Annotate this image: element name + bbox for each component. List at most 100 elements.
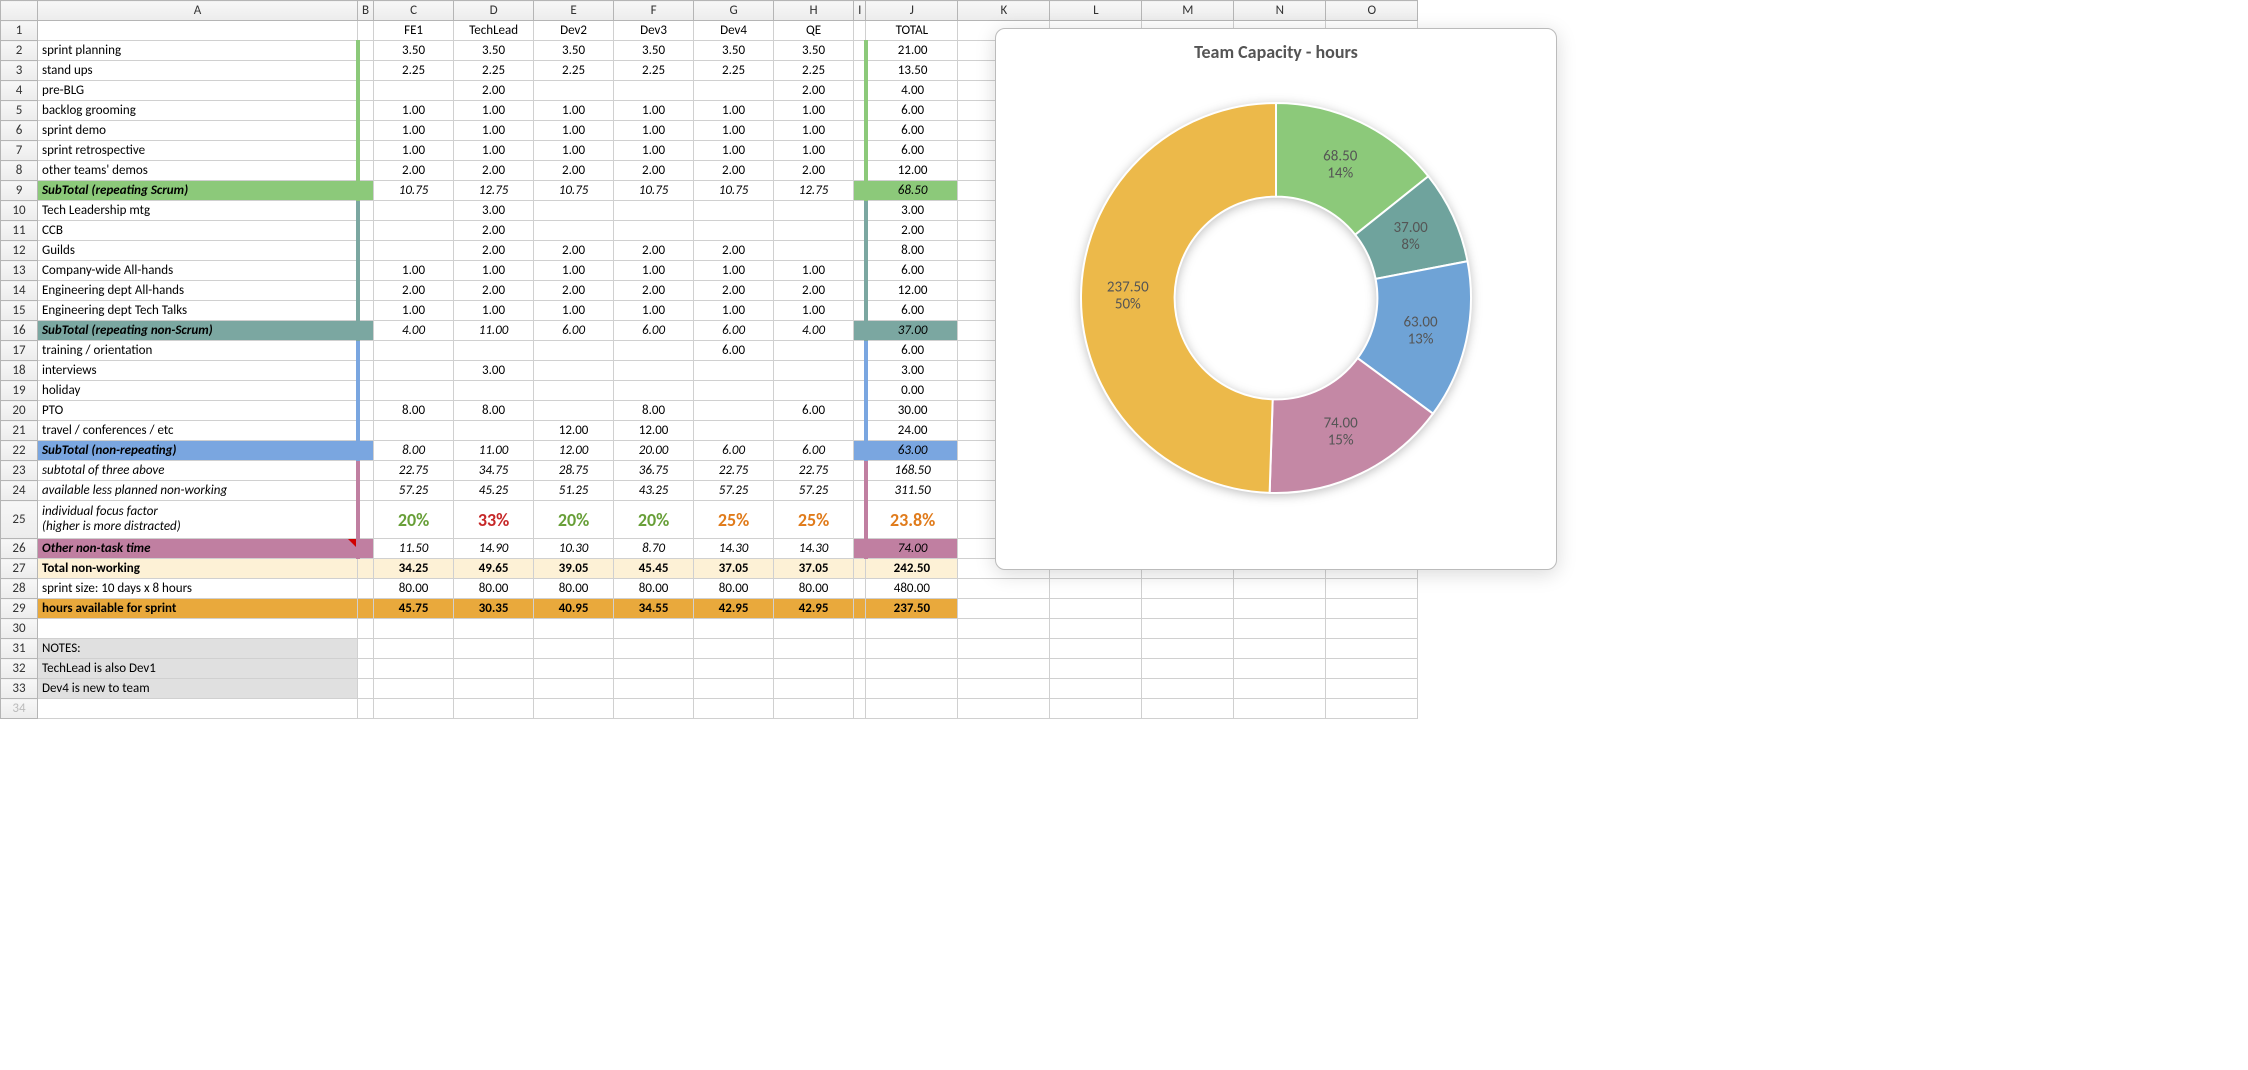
column-header-L[interactable]: L: [1050, 1, 1142, 21]
cell-O31[interactable]: [1326, 639, 1418, 659]
cell-E30[interactable]: [534, 619, 614, 639]
cell-H9[interactable]: 12.75: [774, 181, 854, 201]
cell-H12[interactable]: [774, 241, 854, 261]
cell-O29[interactable]: [1326, 599, 1418, 619]
cell-H32[interactable]: [774, 659, 854, 679]
cell-F31[interactable]: [614, 639, 694, 659]
cell-O32[interactable]: [1326, 659, 1418, 679]
cell-H18[interactable]: [774, 361, 854, 381]
cell-M28[interactable]: [1142, 579, 1234, 599]
cell-C34[interactable]: [374, 699, 454, 719]
cell-B23[interactable]: [358, 461, 374, 481]
cell-C25[interactable]: 20%: [374, 501, 454, 539]
cell-C31[interactable]: [374, 639, 454, 659]
cell-G15[interactable]: 1.00: [694, 301, 774, 321]
cell-G32[interactable]: [694, 659, 774, 679]
cell-D8[interactable]: 2.00: [454, 161, 534, 181]
row-header-12[interactable]: 12: [1, 241, 38, 261]
cell-N33[interactable]: [1234, 679, 1326, 699]
cell-C17[interactable]: [374, 341, 454, 361]
cell-I4[interactable]: [854, 81, 866, 101]
cell-N30[interactable]: [1234, 619, 1326, 639]
cell-B15[interactable]: [358, 301, 374, 321]
cell-J32[interactable]: [866, 659, 958, 679]
cell-J4[interactable]: 4.00: [866, 81, 958, 101]
cell-F32[interactable]: [614, 659, 694, 679]
cell-G26[interactable]: 14.30: [694, 539, 774, 559]
cell-C14[interactable]: 2.00: [374, 281, 454, 301]
row-header-28[interactable]: 28: [1, 579, 38, 599]
cell-H1[interactable]: QE: [774, 21, 854, 41]
cell-F27[interactable]: 45.45: [614, 559, 694, 579]
cell-F22[interactable]: 20.00: [614, 441, 694, 461]
cell-E18[interactable]: [534, 361, 614, 381]
cell-J34[interactable]: [866, 699, 958, 719]
cell-H5[interactable]: 1.00: [774, 101, 854, 121]
cell-J19[interactable]: 0.00: [866, 381, 958, 401]
cell-J22[interactable]: 63.00: [866, 441, 958, 461]
cell-I19[interactable]: [854, 381, 866, 401]
cell-J33[interactable]: [866, 679, 958, 699]
cell-I8[interactable]: [854, 161, 866, 181]
cell-H11[interactable]: [774, 221, 854, 241]
cell-B31[interactable]: [358, 639, 374, 659]
cell-E17[interactable]: [534, 341, 614, 361]
cell-C30[interactable]: [374, 619, 454, 639]
cell-D10[interactable]: 3.00: [454, 201, 534, 221]
row-header-8[interactable]: 8: [1, 161, 38, 181]
cell-A18[interactable]: interviews: [38, 361, 358, 381]
cell-D4[interactable]: 2.00: [454, 81, 534, 101]
cell-M32[interactable]: [1142, 659, 1234, 679]
cell-B4[interactable]: [358, 81, 374, 101]
cell-D34[interactable]: [454, 699, 534, 719]
cell-A17[interactable]: training / orientation: [38, 341, 358, 361]
cell-J11[interactable]: 2.00: [866, 221, 958, 241]
cell-F24[interactable]: 43.25: [614, 481, 694, 501]
cell-J27[interactable]: 242.50: [866, 559, 958, 579]
cell-I9[interactable]: [854, 181, 866, 201]
cell-F20[interactable]: 8.00: [614, 401, 694, 421]
cell-E1[interactable]: Dev2: [534, 21, 614, 41]
cell-H17[interactable]: [774, 341, 854, 361]
cell-D26[interactable]: 14.90: [454, 539, 534, 559]
cell-C10[interactable]: [374, 201, 454, 221]
cell-F4[interactable]: [614, 81, 694, 101]
cell-F12[interactable]: 2.00: [614, 241, 694, 261]
cell-N29[interactable]: [1234, 599, 1326, 619]
cell-J23[interactable]: 168.50: [866, 461, 958, 481]
cell-J18[interactable]: 3.00: [866, 361, 958, 381]
row-header-18[interactable]: 18: [1, 361, 38, 381]
cell-K31[interactable]: [958, 639, 1050, 659]
column-header-J[interactable]: J: [866, 1, 958, 21]
cell-D27[interactable]: 49.65: [454, 559, 534, 579]
cell-F30[interactable]: [614, 619, 694, 639]
column-header-A[interactable]: A: [38, 1, 358, 21]
column-header-O[interactable]: O: [1326, 1, 1418, 21]
row-header-22[interactable]: 22: [1, 441, 38, 461]
cell-I21[interactable]: [854, 421, 866, 441]
cell-L34[interactable]: [1050, 699, 1142, 719]
cell-B10[interactable]: [358, 201, 374, 221]
column-header-D[interactable]: D: [454, 1, 534, 21]
cell-I28[interactable]: [854, 579, 866, 599]
cell-D28[interactable]: 80.00: [454, 579, 534, 599]
row-header-11[interactable]: 11: [1, 221, 38, 241]
cell-E8[interactable]: 2.00: [534, 161, 614, 181]
cell-H31[interactable]: [774, 639, 854, 659]
cell-F11[interactable]: [614, 221, 694, 241]
cell-H24[interactable]: 57.25: [774, 481, 854, 501]
cell-I13[interactable]: [854, 261, 866, 281]
cell-M30[interactable]: [1142, 619, 1234, 639]
cell-C11[interactable]: [374, 221, 454, 241]
cell-I2[interactable]: [854, 41, 866, 61]
cell-B2[interactable]: [358, 41, 374, 61]
cell-H33[interactable]: [774, 679, 854, 699]
cell-B14[interactable]: [358, 281, 374, 301]
cell-A12[interactable]: Guilds: [38, 241, 358, 261]
cell-F15[interactable]: 1.00: [614, 301, 694, 321]
cell-K34[interactable]: [958, 699, 1050, 719]
cell-H6[interactable]: 1.00: [774, 121, 854, 141]
cell-G22[interactable]: 6.00: [694, 441, 774, 461]
cell-E31[interactable]: [534, 639, 614, 659]
cell-E21[interactable]: 12.00: [534, 421, 614, 441]
